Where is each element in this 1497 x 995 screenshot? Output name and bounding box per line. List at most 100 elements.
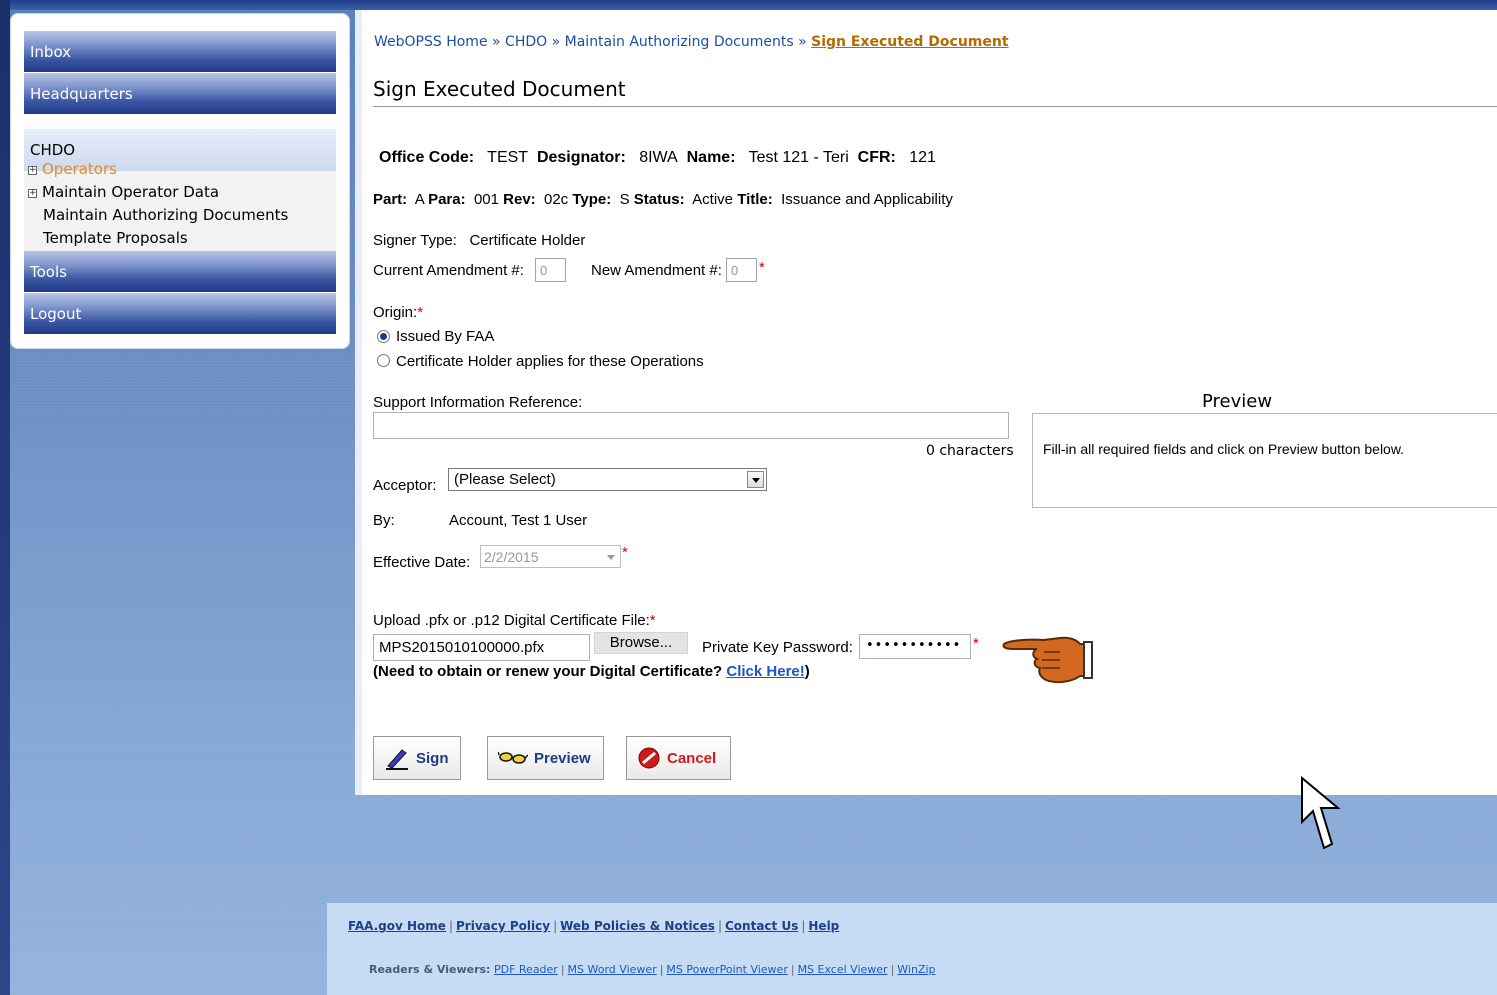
effective-date-field[interactable]: 2/2/2015 <box>480 545 621 568</box>
sign-button[interactable]: Sign <box>373 736 461 780</box>
title-label: Title: <box>737 191 773 208</box>
certificate-help-text: (Need to obtain or renew your Digital Ce… <box>373 663 810 680</box>
glasses-icon <box>498 751 528 764</box>
acceptor-label: Acceptor: <box>373 477 437 494</box>
designator-value: 8IWA <box>639 149 678 166</box>
private-key-password-field[interactable]: ••••••••••• <box>859 634 971 659</box>
support-info-label: Support Information Reference: <box>373 394 583 411</box>
sidebar-item-tools[interactable]: Tools <box>24 251 336 293</box>
breadcrumb: WebOPSS Home » CHDO » Maintain Authorizi… <box>374 34 1009 50</box>
expand-icon[interactable]: + <box>28 166 37 175</box>
password-label: Private Key Password: <box>702 639 853 656</box>
footer-link-faa-home[interactable]: FAA.gov Home <box>348 919 446 933</box>
click-here-link[interactable]: Click Here! <box>726 663 804 680</box>
sidebar-item-label: Tools <box>30 263 67 281</box>
sidebar-item-label: Inbox <box>30 43 72 61</box>
origin-radio-faa[interactable] <box>377 330 390 343</box>
help-suffix: ) <box>804 663 810 680</box>
footer <box>327 903 1497 995</box>
footer-separator: | <box>801 919 806 933</box>
breadcrumb-separator: » <box>492 34 501 50</box>
footer-link-help[interactable]: Help <box>808 919 839 933</box>
rev-value: 02c <box>544 191 569 208</box>
footer-link-contact[interactable]: Contact Us <box>725 919 798 933</box>
sidebar-item-label: Template Proposals <box>43 229 188 247</box>
origin-label: Origin:* <box>373 304 423 321</box>
cfr-value: 121 <box>909 149 936 166</box>
required-marker: * <box>417 304 424 321</box>
signer-type-row: Signer Type: Certificate Holder <box>373 232 585 249</box>
sidebar-item-label: CHDO <box>30 141 76 159</box>
footer-link-web-policies[interactable]: Web Policies & Notices <box>560 919 715 933</box>
chevron-down-icon[interactable] <box>747 471 764 488</box>
reader-link-word[interactable]: MS Word Viewer <box>568 963 657 976</box>
preview-button-label: Preview <box>534 749 591 767</box>
current-amendment-field[interactable]: 0 <box>535 258 566 282</box>
rev-label: Rev: <box>503 191 536 208</box>
by-value: Account, Test 1 User <box>449 512 588 529</box>
browse-button[interactable]: Browse... <box>594 632 688 654</box>
acceptor-select[interactable]: (Please Select) <box>448 468 767 491</box>
help-prefix: (Need to obtain or renew your Digital Ce… <box>373 663 723 680</box>
acceptor-selected-value: (Please Select) <box>454 471 556 488</box>
para-value: 001 <box>473 191 499 208</box>
name-value: Test 121 - Teri <box>748 149 849 166</box>
breadcrumb-home[interactable]: WebOPSS Home <box>374 34 488 50</box>
sidebar-item-headquarters[interactable]: Headquarters <box>24 73 336 115</box>
reader-link-powerpoint[interactable]: MS PowerPoint Viewer <box>666 963 787 976</box>
office-code-label: Office Code: <box>379 149 475 166</box>
origin-option-faa[interactable]: Issued By FAA <box>396 328 494 345</box>
origin-option-holder[interactable]: Certificate Holder applies for these Ope… <box>396 353 704 370</box>
support-info-input[interactable] <box>373 412 1009 439</box>
cancel-button[interactable]: Cancel <box>626 736 731 780</box>
new-amendment-field[interactable]: 0 <box>726 258 757 282</box>
readers-viewers: Readers & Viewers: PDF Reader | MS Word Vi… <box>369 963 936 976</box>
required-marker: * <box>973 635 979 652</box>
para-label: Para: <box>428 191 466 208</box>
expand-icon[interactable]: + <box>28 189 37 198</box>
upload-label: Upload .pfx or .p12 Digital Certificate … <box>373 612 656 629</box>
pointing-hand-icon <box>1002 636 1093 684</box>
breadcrumb-maintain[interactable]: Maintain Authorizing Documents <box>565 34 794 50</box>
sidebar-item-template-proposals[interactable]: Template Proposals <box>43 229 188 247</box>
part-label: Part: <box>373 191 408 208</box>
footer-link-privacy[interactable]: Privacy Policy <box>456 919 550 933</box>
sidebar-item-maintain-authorizing-documents[interactable]: Maintain Authorizing Documents <box>43 206 288 224</box>
sidebar-item-label: Maintain Operator Data <box>42 183 220 201</box>
footer-separator: | <box>790 963 795 976</box>
origin-label-text: Origin: <box>373 304 418 321</box>
breadcrumb-current[interactable]: Sign Executed Document <box>811 34 1008 50</box>
part-value: A <box>414 191 424 208</box>
by-label: By: <box>373 512 395 529</box>
breadcrumb-chdo[interactable]: CHDO <box>505 34 547 50</box>
sidebar-item-operators[interactable]: + Operators <box>28 160 117 178</box>
sidebar-item-logout[interactable]: Logout <box>24 293 336 335</box>
required-marker: * <box>759 259 765 276</box>
reader-link-pdf[interactable]: PDF Reader <box>494 963 558 976</box>
signer-type-label: Signer Type: <box>373 232 457 249</box>
type-value: S <box>619 191 630 208</box>
document-info-row: Part: A Para: 001 Rev: 02c Type: S Statu… <box>373 191 953 208</box>
reader-link-winzip[interactable]: WinZip <box>897 963 935 976</box>
pen-icon <box>386 749 408 770</box>
sidebar-item-label: Logout <box>30 305 82 323</box>
origin-radio-holder[interactable] <box>377 354 390 367</box>
footer-separator: | <box>890 963 895 976</box>
certificate-file-input[interactable]: MPS2015010100000.pfx <box>373 634 590 661</box>
footer-separator: | <box>448 919 453 933</box>
chevron-down-icon[interactable] <box>607 555 615 560</box>
top-bar <box>0 0 1497 10</box>
left-strip <box>0 0 10 995</box>
name-label: Name: <box>686 149 736 166</box>
sidebar-item-inbox[interactable]: Inbox <box>24 31 336 73</box>
reader-link-excel[interactable]: MS Excel Viewer <box>798 963 888 976</box>
sidebar-item-maintain-operator-data[interactable]: + Maintain Operator Data <box>28 183 219 201</box>
office-code-value: TEST <box>487 149 529 166</box>
preview-button[interactable]: Preview <box>487 736 604 780</box>
required-marker: * <box>622 544 628 561</box>
preview-message: Fill-in all required fields and click on… <box>1043 441 1405 457</box>
current-amendment-label: Current Amendment #: <box>373 262 524 279</box>
footer-links: FAA.gov Home | Privacy Policy | Web Policies… <box>348 919 839 933</box>
footer-separator: | <box>553 919 558 933</box>
preview-panel <box>1032 413 1497 508</box>
